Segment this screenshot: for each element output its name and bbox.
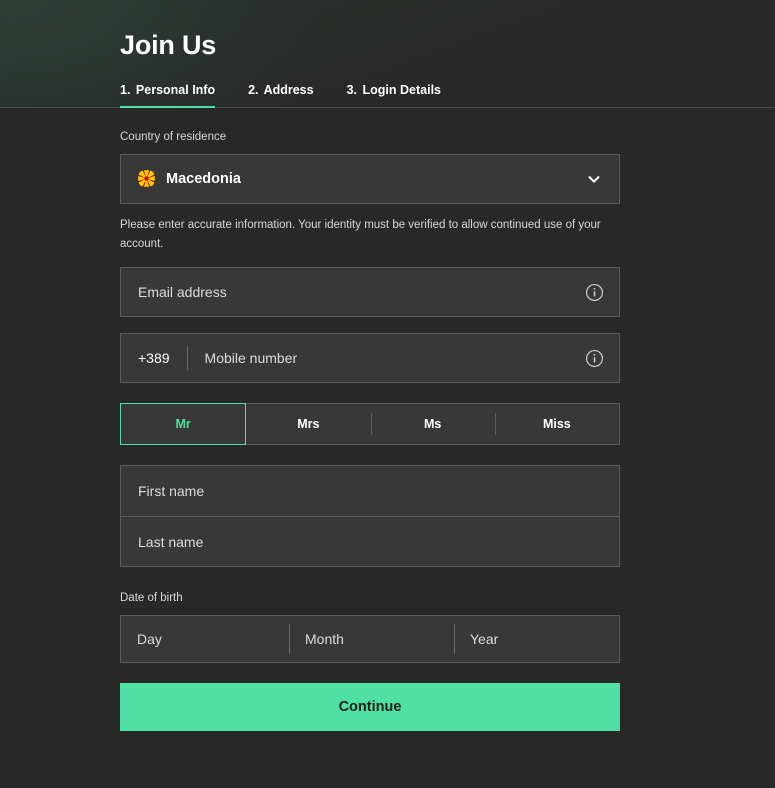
title-option-mr-label: Mr xyxy=(175,417,191,432)
page-title: Join Us xyxy=(120,30,217,60)
tab-login-details-number: 3. xyxy=(346,83,358,97)
tab-address-number: 2. xyxy=(248,83,259,97)
macedonia-flag-icon xyxy=(138,170,155,188)
title-option-ms-label: Ms xyxy=(423,417,442,432)
last-name-field[interactable]: Last name xyxy=(121,516,619,566)
tab-address[interactable]: 2. Address xyxy=(248,83,313,108)
first-name-field[interactable]: First name xyxy=(121,466,619,516)
title-option-mr[interactable]: Mr xyxy=(120,403,247,446)
tab-login-details-label: Login Details xyxy=(362,83,441,97)
country-label: Country of residence xyxy=(120,131,227,143)
mobile-dial-code[interactable]: +389 xyxy=(138,346,188,371)
tab-personal-info-label: Personal Info xyxy=(135,83,216,97)
last-name-placeholder: Last name xyxy=(138,533,204,550)
date-of-birth-fields: Day Month Year xyxy=(120,615,620,664)
dob-month-placeholder: Month xyxy=(305,631,344,648)
title-option-ms[interactable]: Ms xyxy=(370,404,495,444)
name-fields: First name Last name xyxy=(120,465,620,568)
tab-personal-info-number: 1. xyxy=(120,83,131,97)
title-option-mrs-label: Mrs xyxy=(297,417,320,432)
mobile-field[interactable]: +389 Mobile number xyxy=(120,333,620,384)
email-info-icon[interactable] xyxy=(585,283,604,302)
title-option-mrs[interactable]: Mrs xyxy=(246,404,370,444)
dob-day-field[interactable]: Day xyxy=(121,616,289,662)
tab-login-details[interactable]: 3. Login Details xyxy=(347,83,441,108)
signup-page: Join Us 1. Personal Info 2. Address 3. L… xyxy=(0,0,775,788)
country-select[interactable]: Macedonia xyxy=(120,153,620,204)
date-of-birth-label: Date of birth xyxy=(120,592,183,605)
personal-info-form: Country of residence Macedonia Please en… xyxy=(120,130,620,732)
step-tabs: 1. Personal Info 2. Address 3. Login Det… xyxy=(120,83,441,108)
country-value: Macedonia xyxy=(166,170,241,187)
dob-year-placeholder: Year xyxy=(470,631,499,648)
title-option-miss-label: Miss xyxy=(542,417,571,432)
identity-helper-text: Please enter accurate information. Your … xyxy=(120,218,601,250)
title-option-miss[interactable]: Miss xyxy=(494,404,619,444)
dob-month-field[interactable]: Month xyxy=(289,616,454,662)
dob-day-placeholder: Day xyxy=(137,631,162,648)
dob-year-field[interactable]: Year xyxy=(454,616,619,662)
tab-address-label: Address xyxy=(263,83,314,97)
mobile-placeholder: Mobile number xyxy=(204,350,298,367)
mobile-info-icon[interactable] xyxy=(585,349,604,368)
title-selector: Mr Mrs Ms Miss xyxy=(120,403,620,446)
email-placeholder: Email address xyxy=(138,284,227,301)
continue-button[interactable]: Continue xyxy=(120,683,620,732)
first-name-placeholder: First name xyxy=(138,483,205,500)
email-field[interactable]: Email address xyxy=(120,267,620,318)
tab-personal-info[interactable]: 1. Personal Info xyxy=(120,83,216,108)
chevron-down-icon[interactable] xyxy=(585,170,603,188)
